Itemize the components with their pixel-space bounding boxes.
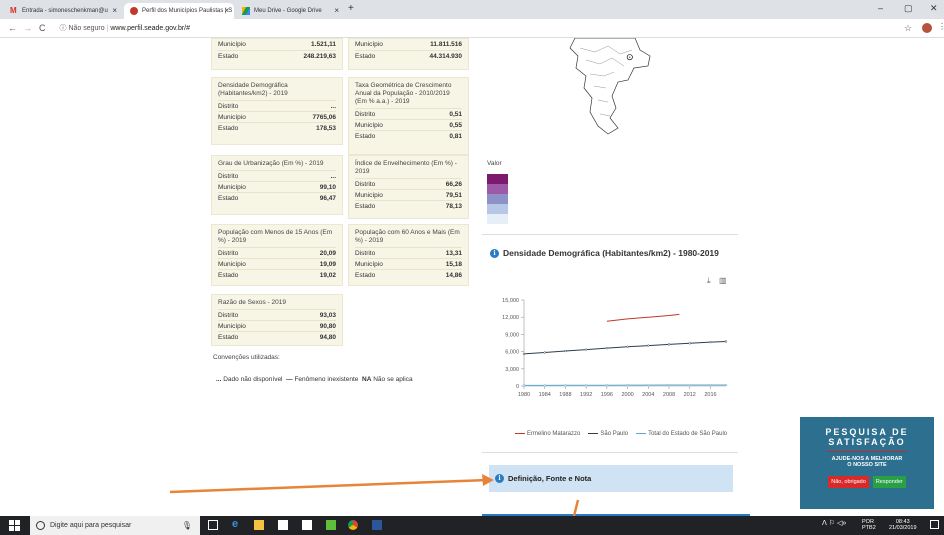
url-text: www.perfil.seade.gov.br/#: [110, 25, 191, 32]
windows-taskbar: Digite aqui para pesquisar 🎙 e ᐱ ⚐ ◁» PO…: [0, 516, 944, 535]
drive-icon: [242, 7, 250, 15]
windows-start-icon[interactable]: [9, 520, 20, 531]
minimize-button[interactable]: –: [878, 3, 883, 13]
close-window-button[interactable]: ✕: [930, 3, 938, 14]
taskbar-search-field[interactable]: Digite aqui para pesquisar 🎙: [30, 516, 200, 535]
reload-icon[interactable]: C: [39, 23, 46, 33]
info-icon[interactable]: ⓘ: [60, 25, 67, 32]
extension-icon[interactable]: [922, 23, 932, 33]
forward-arrow-icon[interactable]: →: [23, 23, 32, 33]
mail-icon[interactable]: [302, 520, 312, 530]
page-content: Município 1.521,11 Estado 248.219,63 Munic…: [0, 38, 944, 518]
notifications-icon[interactable]: [930, 520, 939, 529]
survey-text: O NOSSO SITE: [847, 462, 887, 468]
word-icon[interactable]: [372, 520, 382, 530]
store-icon[interactable]: [278, 520, 288, 530]
close-tab-icon[interactable]: ×: [224, 6, 229, 15]
security-label: Não seguro: [68, 25, 105, 32]
tab-label: Perfil dos Municípios Paulistas | S: [142, 8, 233, 14]
tab-label: Entrada - simoneschenkman@u: [22, 8, 108, 14]
address-bar: ← → C ⓘ Não seguro | www.perfil.seade.go…: [0, 19, 944, 38]
tab-gmail[interactable]: M Entrada - simoneschenkman@u ×: [4, 3, 122, 19]
gmail-icon: M: [10, 6, 17, 15]
cortana-icon: [36, 521, 45, 530]
close-tab-icon[interactable]: ×: [112, 6, 117, 15]
edge-icon[interactable]: e: [232, 518, 242, 530]
maximize-button[interactable]: ▢: [904, 3, 913, 14]
microphone-icon[interactable]: 🎙: [182, 521, 192, 530]
new-tab-button[interactable]: +: [348, 3, 354, 14]
divider: [827, 451, 907, 452]
survey-title-line2: SATISFAÇÃO: [828, 437, 906, 447]
language-indicator[interactable]: POR PTB2: [862, 519, 876, 531]
system-tray-icons[interactable]: ᐱ ⚐ ◁»: [822, 519, 846, 527]
seade-icon: [130, 7, 138, 15]
tab-drive[interactable]: Meu Drive - Google Drive ×: [236, 3, 344, 19]
tab-label: Meu Drive - Google Drive: [254, 8, 322, 14]
clock[interactable]: 08:43 21/03/2019: [889, 519, 917, 531]
browser-tab-bar: M Entrada - simoneschenkman@u × Perfil d…: [0, 0, 944, 19]
star-icon[interactable]: ☆: [904, 23, 912, 34]
chrome-icon[interactable]: [348, 520, 358, 530]
close-tab-icon[interactable]: ×: [334, 6, 339, 15]
task-view-icon[interactable]: [208, 520, 218, 530]
survey-respond-button[interactable]: Responder: [872, 476, 906, 488]
tab-perfil[interactable]: Perfil dos Municípios Paulistas | S ×: [124, 3, 234, 19]
file-explorer-icon[interactable]: [254, 520, 264, 530]
satisfaction-survey-popup: PESQUISA DE SATISFAÇÃO AJUDE-NOS A MELHO…: [800, 417, 934, 509]
app-icon[interactable]: [326, 520, 336, 530]
survey-no-button[interactable]: Não, obrigado: [828, 476, 869, 488]
menu-icon[interactable]: ⋮: [938, 22, 944, 31]
back-arrow-icon[interactable]: ←: [8, 23, 17, 33]
url-field[interactable]: ⓘ Não seguro | www.perfil.seade.gov.br/#: [60, 23, 191, 33]
survey-title-line1: PESQUISA DE: [825, 427, 909, 437]
